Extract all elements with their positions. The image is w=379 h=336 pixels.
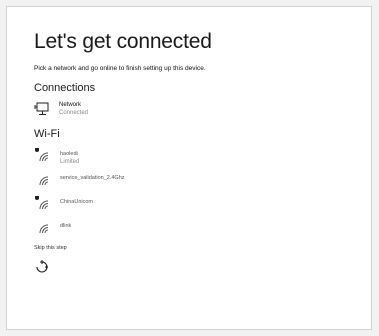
wifi-item-dlink[interactable]: dlink bbox=[34, 217, 361, 241]
wifi-item-haoledi[interactable]: haoledi Limited bbox=[34, 145, 361, 169]
page-content: Let's get connected Pick a network and g… bbox=[34, 29, 361, 279]
wifi-list: haoledi Limited service_validation_2.4Gh… bbox=[34, 145, 361, 241]
setup-window: Let's get connected Pick a network and g… bbox=[6, 6, 372, 330]
wifi-heading: Wi-Fi bbox=[34, 128, 60, 140]
network-name: Network bbox=[59, 102, 82, 108]
wifi-item-chinaunicom[interactable]: ChinaUnicom bbox=[34, 193, 361, 217]
ethernet-icon bbox=[34, 102, 50, 116]
skip-step-link[interactable]: Skip this step bbox=[34, 244, 361, 252]
network-status: Connected bbox=[59, 110, 89, 116]
wifi-icon bbox=[34, 219, 52, 235]
wifi-icon bbox=[34, 171, 52, 187]
wifi-item-service-validation[interactable]: service_validation_2.4Ghz bbox=[34, 169, 361, 193]
wifi-secured-icon bbox=[34, 195, 52, 211]
page-title: Let's get connected bbox=[34, 30, 212, 53]
wifi-name: haoledi bbox=[60, 151, 78, 157]
page-subtitle: Pick a network and go online to finish s… bbox=[34, 65, 206, 72]
network-text: Network Connected bbox=[59, 101, 88, 117]
wifi-name: service_validation_2.4Ghz bbox=[60, 175, 125, 181]
connections-heading: Connections bbox=[34, 82, 96, 94]
wifi-name: ChinaUnicom bbox=[60, 199, 94, 205]
wifi-text: haoledi Limited bbox=[60, 145, 79, 166]
wifi-name: dlink bbox=[60, 223, 72, 229]
network-connection-item[interactable]: Network Connected bbox=[34, 101, 361, 117]
wifi-secured-icon bbox=[34, 147, 52, 163]
accessibility-icon[interactable] bbox=[34, 258, 50, 274]
wifi-status: Limited bbox=[60, 159, 80, 165]
